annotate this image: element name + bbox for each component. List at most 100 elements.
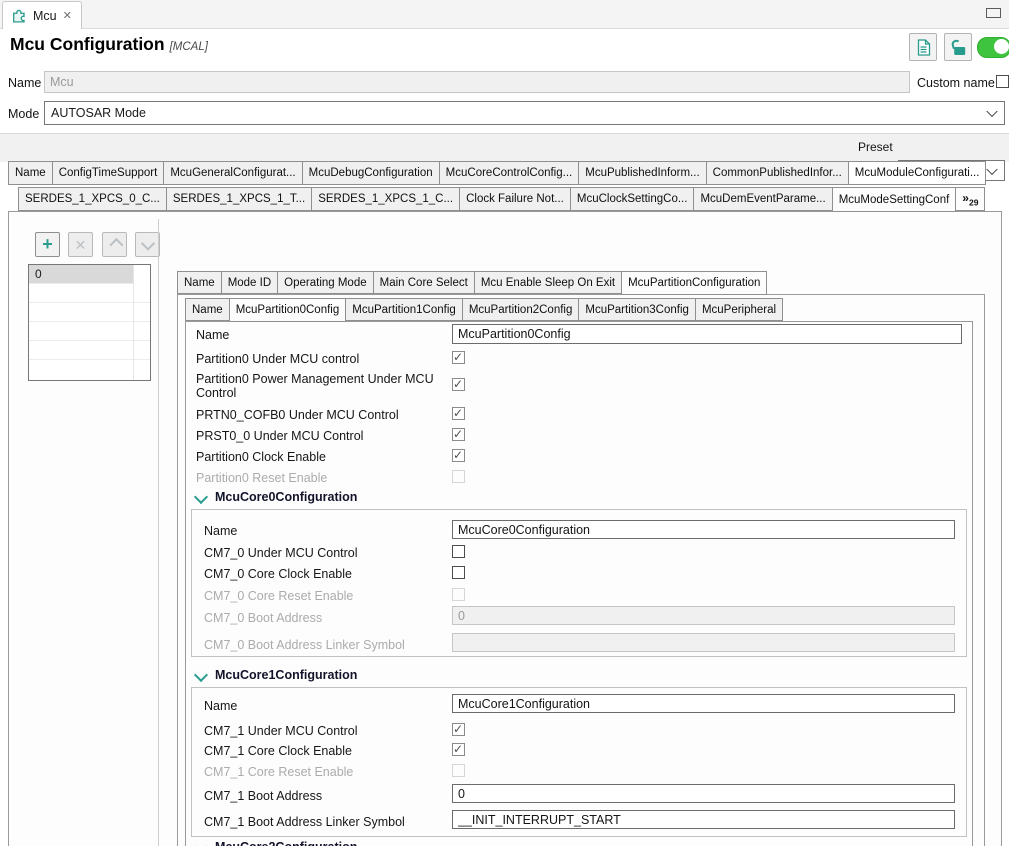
checkbox-cm7-0-under-mcu-control[interactable] xyxy=(452,545,465,558)
checkbox-cm7-1-core-reset-enable xyxy=(452,764,465,777)
move-down-button[interactable] xyxy=(135,232,160,257)
section-header-mcucore0configuration[interactable]: McuCore0Configuration xyxy=(193,489,358,505)
tab-mode-id[interactable]: Mode ID xyxy=(221,271,279,294)
tab-mcucorecontrolconfig[interactable]: McuCoreControlConfig... xyxy=(439,161,580,185)
checkbox-label: PRST0_0 Under MCU Control xyxy=(196,429,364,443)
tab-mcudemeventparameter[interactable]: McuDemEventParame... xyxy=(694,187,833,211)
tab-operating-mode[interactable]: Operating Mode xyxy=(278,271,374,294)
checkbox-partition0-reset-enable xyxy=(452,470,465,483)
module-puzzle-icon xyxy=(12,8,27,23)
tab-mcupartition1config[interactable]: McuPartition1Config xyxy=(346,298,463,321)
checkbox-prst0-0-under-mcu-control[interactable] xyxy=(452,427,465,441)
partition0-name-input[interactable] xyxy=(452,324,962,344)
chevron-down-icon xyxy=(193,667,209,683)
checkbox-label: Partition0 Power Management Under MCU Co… xyxy=(196,372,434,400)
checkbox-partition0-clock-enable[interactable] xyxy=(452,448,465,462)
checkbox-prtn0-cofb0-under-mcu-control[interactable] xyxy=(452,406,465,420)
tab-mcu-enable-sleep-on-exit[interactable]: Mcu Enable Sleep On Exit xyxy=(474,271,623,294)
section-header-mcucore1configuration[interactable]: McuCore1Configuration xyxy=(193,667,358,683)
splitter-sash[interactable] xyxy=(158,219,159,846)
core0-name-input[interactable] xyxy=(452,520,955,539)
list-item[interactable] xyxy=(29,303,150,322)
checkbox-label: CM7_0 Core Reset Enable xyxy=(204,589,354,603)
chevron-down-icon xyxy=(193,489,209,505)
tab-serdes-1-xpcs-1-c[interactable]: SERDES_1_XPCS_1_C... xyxy=(312,187,461,211)
chevron-down-icon xyxy=(140,236,155,251)
field-label: CM7_1 Boot Address Linker Symbol xyxy=(204,815,405,829)
checkbox-cm7-0-core-clock-enable[interactable] xyxy=(452,566,465,579)
section-title: McuCore0Configuration xyxy=(215,490,358,504)
checkbox-label: Partition0 Clock Enable xyxy=(196,450,326,464)
tab-serdes-1-xpcs-1-t[interactable]: SERDES_1_XPCS_1_T... xyxy=(166,187,313,211)
page-title: Mcu Configuration [MCAL] xyxy=(10,34,208,54)
list-item[interactable] xyxy=(29,284,150,303)
overflow-chevron-icon: »29 xyxy=(962,190,979,208)
tab-mcudebugconfiguration[interactable]: McuDebugConfiguration xyxy=(302,161,440,185)
custom-name-checkbox[interactable] xyxy=(996,75,1009,88)
checkbox-partition0-under-mcu-control[interactable] xyxy=(452,350,465,364)
unlock-icon xyxy=(949,39,967,56)
minimize-icon[interactable] xyxy=(986,8,1001,18)
tab-main-core-select[interactable]: Main Core Select xyxy=(373,271,475,294)
add-row-button[interactable]: + xyxy=(35,232,60,257)
list-item[interactable] xyxy=(29,341,150,360)
module-tab-row-2: SERDES_1_XPCS_0_C... SERDES_1_XPCS_1_T..… xyxy=(18,187,1009,212)
editor-tab-mcu[interactable]: Mcu ✕ xyxy=(2,1,82,29)
list-item-0[interactable]: 0 xyxy=(29,265,133,284)
tab-overflow-more[interactable]: »29 xyxy=(956,187,986,211)
lock-button[interactable] xyxy=(944,33,972,61)
checkbox-label: CM7_1 Under MCU Control xyxy=(204,724,358,738)
tab-mcumoduleconfiguration[interactable]: McuModuleConfigurati... xyxy=(848,161,987,185)
overflow-count: 29 xyxy=(968,197,979,208)
tab-mcupartition2config[interactable]: McuPartition2Config xyxy=(462,298,580,321)
list-item[interactable] xyxy=(29,322,150,341)
tab-mcuclocksettingconfig[interactable]: McuClockSettingCo... xyxy=(570,187,695,211)
cm7-1-boot-address-input[interactable] xyxy=(452,784,955,803)
chevron-down-icon xyxy=(986,105,998,118)
tab-serdes-1-xpcs-0-c[interactable]: SERDES_1_XPCS_0_C... xyxy=(18,187,167,211)
checkbox-label: Partition0 Under MCU control xyxy=(196,352,360,366)
tab-mcupartition3config[interactable]: McuPartition3Config xyxy=(579,298,696,321)
close-icon[interactable]: ✕ xyxy=(63,9,72,22)
cm7-1-boot-address-linker-symbol-input[interactable] xyxy=(452,810,955,829)
tab-mcupublishedinformation[interactable]: McuPublishedInform... xyxy=(579,161,707,185)
partition-tab-row: Name McuPartition0Config McuPartition1Co… xyxy=(185,298,973,322)
tab-clock-failure-notification[interactable]: Clock Failure Not... xyxy=(460,187,571,211)
tab-commonpublishedinformation[interactable]: CommonPublishedInfor... xyxy=(706,161,849,185)
checkbox-cm7-1-under-mcu-control[interactable] xyxy=(452,722,465,736)
tab-mode-name[interactable]: Name xyxy=(177,271,222,294)
section-header-mcucore2configuration[interactable]: McuCore2Configuration xyxy=(193,839,357,846)
checkbox-label: CM7_1 Core Clock Enable xyxy=(204,744,352,758)
module-name-input[interactable] xyxy=(44,71,910,93)
tab-mcugeneralconfiguration[interactable]: McuGeneralConfigurat... xyxy=(164,161,303,185)
tab-name[interactable]: Name xyxy=(8,161,53,185)
tab-mcupartition0config[interactable]: McuPartition0Config xyxy=(229,298,347,322)
export-document-button[interactable] xyxy=(909,33,937,61)
field-label: CM7_0 Boot Address Linker Symbol xyxy=(204,638,405,652)
mode-select[interactable]: AUTOSAR Mode xyxy=(44,101,1005,125)
field-label: CM7_0 Boot Address xyxy=(204,611,323,625)
enable-toggle[interactable] xyxy=(977,37,1009,58)
checkbox-label: PRTN0_COFB0 Under MCU Control xyxy=(196,408,399,422)
tab-mcuperipheral[interactable]: McuPeripheral xyxy=(695,298,784,321)
tab-partition-name[interactable]: Name xyxy=(185,298,230,321)
checkbox-cm7-1-core-clock-enable[interactable] xyxy=(452,742,465,756)
page-title-tag: [MCAL] xyxy=(169,41,208,53)
cm7-0-boot-address-input xyxy=(452,606,955,625)
move-up-button[interactable] xyxy=(102,232,127,257)
name-label: Name xyxy=(8,76,42,90)
tab-mcupartitionconfiguration[interactable]: McuPartitionConfiguration xyxy=(622,271,768,295)
core1-name-input[interactable] xyxy=(452,694,955,713)
section-title: McuCore1Configuration xyxy=(215,668,358,682)
list-item[interactable] xyxy=(29,360,150,379)
checkbox-label: Partition0 Reset Enable xyxy=(196,471,328,485)
mode-label: Mode xyxy=(8,107,40,121)
checkbox-partition0-power-mgmt-under-mcu-control[interactable] xyxy=(452,377,465,391)
module-tab-row-1: Name ConfigTimeSupport McuGeneralConfigu… xyxy=(8,161,1009,185)
checkbox-label: CM7_0 Core Clock Enable xyxy=(204,567,352,581)
mode-setting-list: 0 xyxy=(28,264,151,381)
tab-mcumodesettingconf[interactable]: McuModeSettingConf xyxy=(832,187,957,212)
tab-configtimesupport[interactable]: ConfigTimeSupport xyxy=(52,161,165,185)
checkbox-cm7-0-core-reset-enable xyxy=(452,588,465,601)
delete-row-button[interactable]: ✕ xyxy=(68,232,93,257)
